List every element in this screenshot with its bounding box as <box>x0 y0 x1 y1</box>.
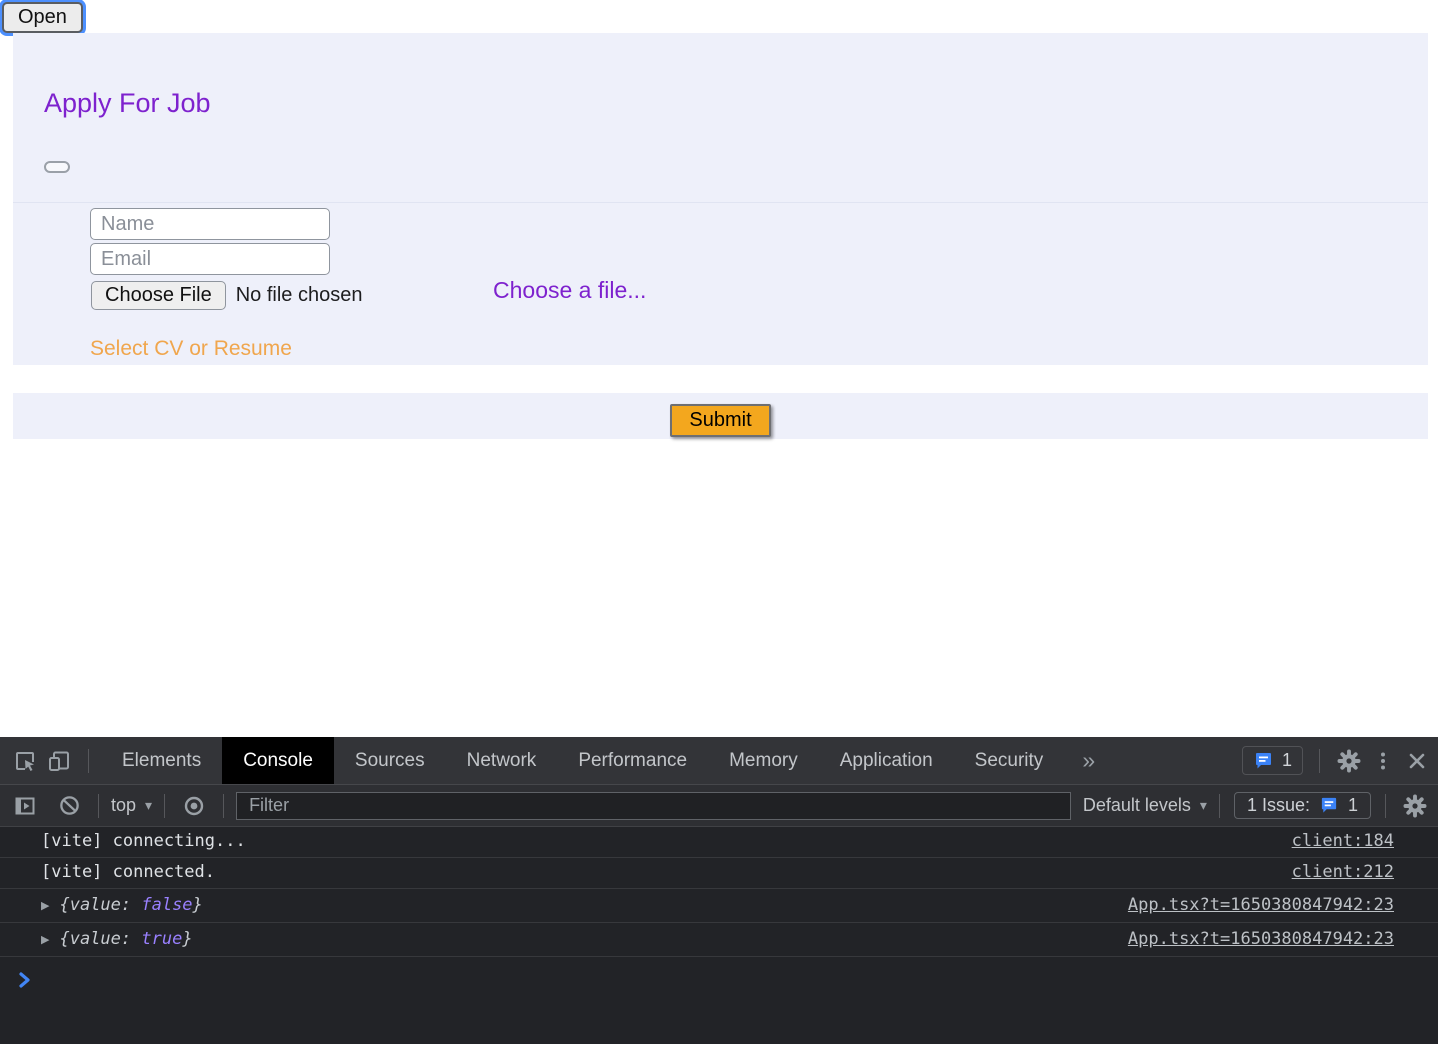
devtools-tab-bar: Elements Console Sources Network Perform… <box>0 737 1438 785</box>
more-tabs-icon[interactable]: » <box>1064 747 1113 774</box>
object-preview: } <box>192 895 203 915</box>
issues-counter-button[interactable]: 1 <box>1241 746 1303 775</box>
prompt-chevron-icon <box>19 972 30 988</box>
console-log-area: [vite] connecting... client:184 [vite] c… <box>0 827 1438 993</box>
screen: { "colors": { "accent_purple": "#7e22ce"… <box>0 0 1438 1044</box>
cv-resume-label: Select CV or Resume <box>90 337 292 360</box>
file-upload-row: Choose File No file chosen <box>91 281 362 310</box>
tab-console[interactable]: Console <box>222 737 334 784</box>
divider <box>1385 793 1386 818</box>
inspect-element-icon[interactable] <box>8 744 42 778</box>
tab-network[interactable]: Network <box>446 737 558 784</box>
object-preview: } <box>182 929 193 949</box>
divider <box>223 793 225 818</box>
modal-header: Apply For Job <box>13 33 1428 203</box>
console-toolbar: top ▾ Default levels ▾ 1 Issue: 1 <box>0 785 1438 827</box>
name-input[interactable] <box>90 208 330 240</box>
console-row: [vite] connecting... client:184 <box>0 827 1438 858</box>
object-preview: {value: <box>59 929 142 949</box>
divider <box>88 748 89 773</box>
devtools-panel: Elements Console Sources Network Perform… <box>0 737 1438 1044</box>
device-toolbar-icon[interactable] <box>42 744 76 778</box>
object-preview: {value: <box>59 895 142 915</box>
chevron-down-icon: ▾ <box>1199 797 1207 813</box>
js-context-dropdown[interactable]: top ▾ <box>111 795 152 816</box>
expand-arrow-icon[interactable]: ▶ <box>41 933 49 946</box>
issues-label: 1 Issue: <box>1246 795 1310 815</box>
choose-file-link[interactable]: Choose a file... <box>493 277 646 304</box>
tab-elements[interactable]: Elements <box>101 737 222 784</box>
source-link[interactable]: client:212 <box>1292 862 1394 882</box>
issues-button[interactable]: 1 Issue: 1 <box>1233 792 1371 819</box>
settings-gear-icon[interactable] <box>1332 744 1366 778</box>
issues-bubble-icon <box>1255 752 1271 768</box>
console-row: ▶ {value: false} App.tsx?t=1650380847942… <box>0 889 1438 923</box>
log-message: [vite] connecting... <box>41 831 246 851</box>
file-status-text: No file chosen <box>235 284 363 306</box>
submit-band: Submit <box>13 393 1428 439</box>
divider <box>164 793 166 818</box>
mini-pill-input[interactable] <box>44 161 70 173</box>
tab-application[interactable]: Application <box>819 737 954 784</box>
apply-job-modal: Apply For Job Choose File No file chosen… <box>13 33 1428 365</box>
issues-count: 1 <box>1347 795 1358 815</box>
clear-console-icon[interactable] <box>52 789 86 823</box>
chevron-down-icon: ▾ <box>145 797 153 813</box>
tab-sources[interactable]: Sources <box>334 737 446 784</box>
console-sidebar-icon[interactable] <box>8 789 42 823</box>
divider <box>1319 748 1320 773</box>
js-context-value: top <box>111 795 137 815</box>
choose-file-button[interactable]: Choose File <box>91 281 226 310</box>
modal-body: Choose File No file chosen Choose a file… <box>13 203 1428 364</box>
tab-performance[interactable]: Performance <box>557 737 708 784</box>
log-levels-dropdown[interactable]: Default levels ▾ <box>1083 795 1207 816</box>
console-filter-input[interactable] <box>236 791 1071 820</box>
divider <box>98 793 99 818</box>
close-devtools-icon[interactable] <box>1400 744 1434 778</box>
kebab-menu-icon[interactable] <box>1366 744 1400 778</box>
submit-button[interactable]: Submit <box>670 403 771 437</box>
tab-security[interactable]: Security <box>954 737 1065 784</box>
console-settings-gear-icon[interactable] <box>1398 789 1432 823</box>
console-prompt[interactable] <box>0 957 1438 993</box>
expand-arrow-icon[interactable]: ▶ <box>41 899 49 912</box>
issues-count: 1 <box>1281 750 1292 770</box>
issues-bubble-icon <box>1321 797 1337 813</box>
source-link[interactable]: App.tsx?t=1650380847942:23 <box>1128 895 1394 915</box>
open-button[interactable]: Open <box>2 2 83 33</box>
source-link[interactable]: App.tsx?t=1650380847942:23 <box>1128 929 1394 949</box>
email-input[interactable] <box>90 243 330 275</box>
source-link[interactable]: client:184 <box>1292 831 1394 851</box>
log-levels-value: Default levels <box>1082 795 1191 815</box>
boolean-value: true <box>141 929 183 949</box>
console-row: ▶ {value: true} App.tsx?t=1650380847942:… <box>0 923 1438 957</box>
log-message: [vite] connected. <box>41 862 215 882</box>
tab-memory[interactable]: Memory <box>708 737 819 784</box>
live-expression-eye-icon[interactable] <box>177 789 211 823</box>
console-row: [vite] connected. client:212 <box>0 858 1438 889</box>
boolean-value: false <box>141 895 193 915</box>
divider <box>1218 793 1220 818</box>
modal-title: Apply For Job <box>44 88 211 118</box>
